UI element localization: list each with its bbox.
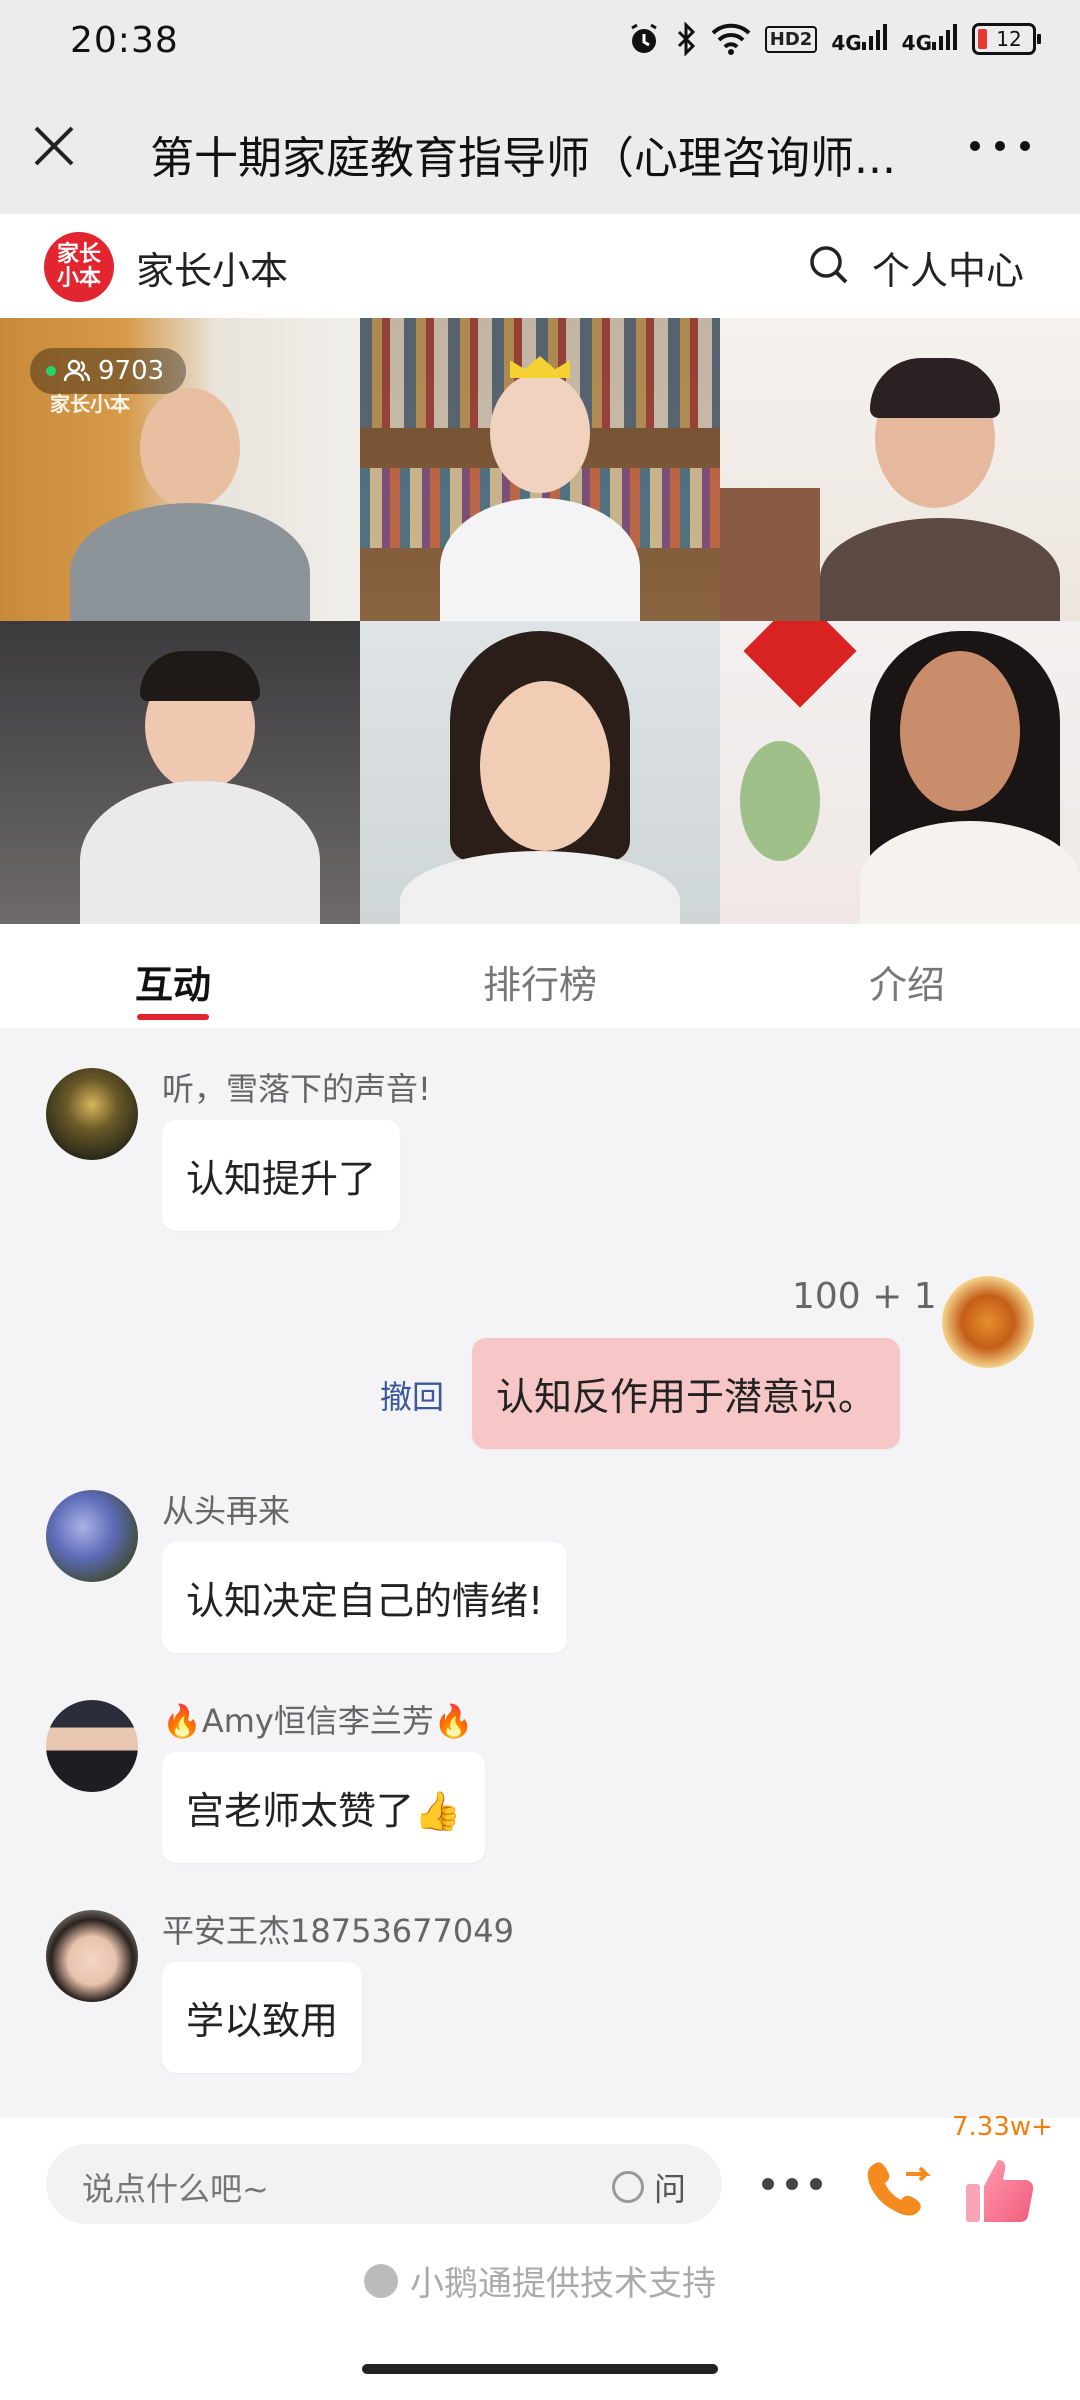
- status-time: 20:38: [70, 20, 179, 61]
- like-count: 7.33w+: [952, 2112, 1053, 2142]
- powered-by: 小鹅通提供技术支持: [0, 2256, 1080, 2305]
- chat-username: 100 + 1: [792, 1276, 937, 1317]
- avatar[interactable]: [46, 1700, 138, 1792]
- tab-intro[interactable]: 介绍: [734, 924, 1080, 1028]
- video-grid[interactable]: 9703 家长小本: [0, 318, 1080, 924]
- battery-icon: 12: [972, 23, 1041, 55]
- video-tile-6[interactable]: [720, 621, 1080, 924]
- like-button[interactable]: [962, 2152, 1040, 2230]
- phone-icon: [867, 2162, 931, 2216]
- video-tile-5[interactable]: [360, 621, 720, 924]
- fire-icon: 🔥: [433, 1702, 474, 1740]
- signal-4g-icon-2: 4G: [902, 23, 958, 55]
- chat-username: 🔥Amy恒信李兰芳🔥: [162, 1702, 474, 1740]
- video-tile-3[interactable]: [720, 318, 1080, 621]
- comment-input[interactable]: 说点什么吧~ 问: [46, 2144, 722, 2224]
- video-tile-host[interactable]: 9703 家长小本: [0, 318, 360, 621]
- user-center-link[interactable]: 个人中心: [872, 240, 1024, 295]
- app-header: 家长 小本 家长小本 个人中心: [0, 214, 1080, 318]
- brand-logo[interactable]: 家长 小本: [44, 232, 114, 302]
- chat-bubble[interactable]: 认知提升了: [162, 1120, 401, 1231]
- tab-interaction[interactable]: 互动: [0, 924, 346, 1028]
- alarm-icon: [627, 22, 661, 56]
- video-tile-2[interactable]: [360, 318, 720, 621]
- title-bar: 第十期家庭教育指导师（心理咨询师...: [0, 84, 1080, 214]
- avatar[interactable]: [942, 1276, 1034, 1368]
- home-indicator[interactable]: [362, 2364, 718, 2374]
- avatar[interactable]: [46, 1490, 138, 1582]
- recall-button[interactable]: 撤回: [380, 1372, 444, 1418]
- chat-bubble[interactable]: 学以致用: [162, 1962, 363, 2073]
- hd-voice-icon: HD2: [764, 25, 818, 53]
- avatar[interactable]: [46, 1068, 138, 1160]
- more-actions-button[interactable]: [762, 2178, 822, 2192]
- people-icon: [64, 359, 90, 382]
- status-bar: 20:38 HD2 4G 4G 12: [0, 0, 1080, 84]
- status-icons: HD2 4G 4G 12: [627, 22, 1041, 56]
- chat-username: 听，雪落下的声音!: [162, 1070, 431, 1108]
- chat-list[interactable]: 听，雪落下的声音! 认知提升了 100 + 1 撤回 认知反作用于潜意识。 从头…: [0, 1028, 1080, 2118]
- page-title: 第十期家庭教育指导师（心理咨询师...: [150, 133, 896, 184]
- bluetooth-icon: [675, 22, 697, 56]
- bottom-input-bar: 说点什么吧~ 问 7.33w+ 小鹅通提供技术支持: [0, 2112, 1080, 2400]
- chat-bubble[interactable]: 认知反作用于潜意识。: [472, 1338, 901, 1449]
- call-button[interactable]: [858, 2150, 938, 2230]
- comment-placeholder: 说点什么吧~: [82, 2170, 269, 2208]
- search-icon: [810, 246, 848, 284]
- wifi-icon: [711, 23, 751, 55]
- close-icon: [34, 126, 74, 166]
- live-watermark: 家长小本: [50, 392, 130, 416]
- thumbs-up-icon: [966, 2160, 1034, 2222]
- xiaoetong-logo-icon: [364, 2263, 398, 2298]
- more-options-button[interactable]: [970, 132, 1030, 160]
- tab-bar: 互动 排行榜 介绍: [0, 924, 1080, 1028]
- search-button[interactable]: [808, 244, 850, 286]
- close-button[interactable]: [32, 124, 76, 168]
- brand-name[interactable]: 家长小本: [136, 240, 288, 295]
- chat-username: 平安王杰18753677049: [162, 1912, 514, 1950]
- tab-ranking[interactable]: 排行榜: [346, 924, 734, 1028]
- signal-4g-icon: 4G: [831, 23, 887, 55]
- chat-bubble[interactable]: 认知决定自己的情绪!: [162, 1542, 568, 1653]
- video-tile-4[interactable]: [0, 621, 360, 924]
- avatar[interactable]: [46, 1910, 138, 2002]
- radio-icon: [611, 2171, 644, 2203]
- ask-question-toggle[interactable]: 问: [611, 2164, 686, 2210]
- fire-icon: 🔥: [162, 1702, 202, 1740]
- chat-bubble[interactable]: 宫老师太赞了👍: [162, 1752, 486, 1863]
- chat-username: 从头再来: [162, 1492, 291, 1530]
